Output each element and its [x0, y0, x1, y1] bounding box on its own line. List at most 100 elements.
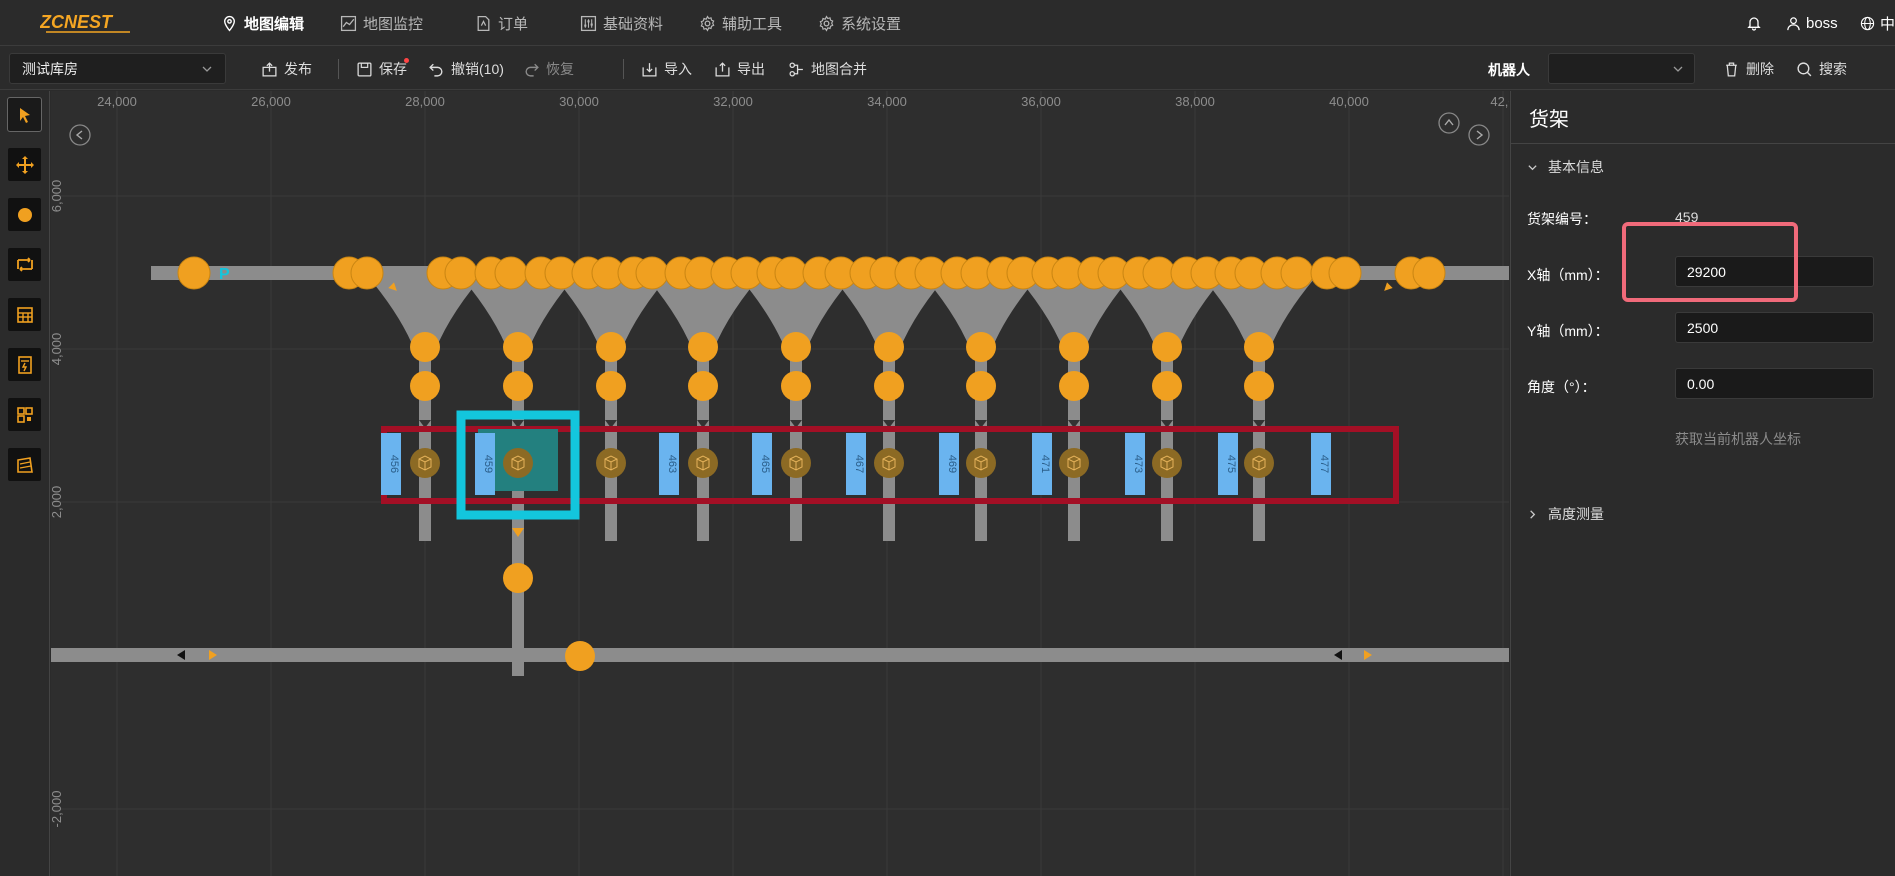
nav-orders[interactable]: 订单: [475, 12, 528, 34]
left-tool-rail: [0, 91, 50, 876]
redo-label: 恢复: [546, 61, 574, 77]
column-node: [781, 332, 811, 362]
chart-line-icon: [340, 15, 357, 31]
search-label: 搜索: [1819, 61, 1847, 77]
column-node: [410, 371, 440, 401]
track-node: [565, 641, 595, 671]
angle-input[interactable]: [1675, 368, 1874, 399]
x-axis-input[interactable]: [1675, 256, 1874, 287]
nav-aux-tools[interactable]: 辅助工具: [699, 12, 782, 34]
y-tick-label: -2,000: [51, 791, 64, 828]
language-label: 中: [1880, 15, 1895, 33]
basic-info-toggle[interactable]: 基本信息: [1527, 157, 1604, 177]
polygon-tool[interactable]: [8, 448, 41, 481]
y-axis-label: Y轴（mm）：: [1527, 323, 1609, 339]
y-tick-label: 4,000: [51, 333, 64, 366]
robot-label: 机器人: [1488, 62, 1530, 78]
undo-label: 撤销(10): [451, 61, 504, 77]
canvas-controls[interactable]: [69, 112, 1490, 146]
charger-tool[interactable]: [8, 348, 41, 381]
path-network: [51, 266, 1509, 676]
export-icon: [715, 61, 730, 77]
column-node: [1152, 332, 1182, 362]
map-canvas[interactable]: 24,000 26,000 28,000 30,000 32,000 34,000 36,0…: [51, 91, 1509, 876]
x-tick-label: 32,000: [713, 94, 753, 109]
robot-select[interactable]: [1548, 53, 1695, 84]
search-icon: [1797, 61, 1812, 76]
chevron-down-icon: [1528, 164, 1537, 170]
save-button[interactable]: 保存: [356, 58, 409, 80]
pan-right-icon-arrow: [1476, 130, 1484, 140]
pan-up-icon-ring: [1438, 112, 1460, 134]
gear-icon: [819, 14, 834, 32]
nav-basic-data[interactable]: 基础资料: [580, 12, 663, 34]
import-label: 导入: [664, 61, 692, 77]
y-tick-label: 6,000: [51, 180, 64, 213]
pan-left-icon-ring: [69, 124, 91, 146]
angle-label: 角度（°）：: [1527, 379, 1596, 395]
pan-right-icon[interactable]: [1468, 124, 1490, 146]
hatched-polygon-icon: [16, 456, 33, 473]
nav-map-edit[interactable]: 地图编辑: [221, 12, 304, 34]
undo-button[interactable]: 撤销(10): [428, 58, 504, 80]
column-node: [1152, 371, 1182, 401]
y-axis-input[interactable]: [1675, 312, 1874, 343]
publish-button[interactable]: 发布: [261, 58, 312, 80]
delete-button[interactable]: 删除: [1723, 58, 1774, 80]
panel-title: 货架: [1529, 109, 1569, 131]
basic-info-label: 基本信息: [1548, 159, 1604, 175]
area-tool[interactable]: [8, 298, 41, 331]
panel-divider: [1511, 143, 1895, 144]
nav-map-edit-label: 地图编辑: [244, 15, 305, 33]
redo-icon: [525, 63, 539, 77]
path-node: [494, 256, 528, 290]
merge-map-button[interactable]: 地图合并: [788, 58, 867, 80]
column-node: [688, 332, 718, 362]
pan-left-icon-arrow: [75, 130, 83, 140]
height-measure-toggle[interactable]: 高度测量: [1527, 504, 1604, 524]
nav-basic-data-label: 基础资料: [603, 15, 664, 33]
column-node: [410, 332, 440, 362]
search-button[interactable]: 搜索: [1796, 58, 1847, 80]
map-select[interactable]: 测试库房: [9, 53, 226, 84]
nav-map-monitor[interactable]: 地图监控: [340, 12, 423, 34]
map-svg[interactable]: 24,000 26,000 28,000 30,000 32,000 34,000 36,0…: [51, 91, 1509, 876]
pan-left-icon[interactable]: [69, 124, 91, 146]
pan-right-icon-ring: [1468, 124, 1490, 146]
path-node: [635, 256, 669, 290]
nav-orders-label: 订单: [498, 15, 529, 33]
y-tick-label: 2,000: [51, 486, 64, 519]
get-robot-coords-link[interactable]: 获取当前机器人坐标: [1675, 429, 1801, 449]
redo-button[interactable]: 恢复: [523, 58, 574, 80]
unsaved-indicator: [404, 58, 409, 63]
user-name: boss: [1806, 14, 1838, 32]
path-icon: [16, 256, 33, 272]
shelf-label: 477: [1318, 455, 1330, 473]
path-node: [444, 256, 478, 290]
nav-system-settings-label: 系统设置: [841, 15, 902, 33]
export-button[interactable]: 导出: [714, 58, 765, 80]
x-tick-label: 26,000: [251, 94, 291, 109]
move-tool[interactable]: [8, 148, 41, 181]
x-tick-label: 28,000: [405, 94, 445, 109]
nav-aux-tools-label: 辅助工具: [722, 15, 783, 33]
pan-up-icon[interactable]: [1438, 112, 1460, 134]
path-tool[interactable]: [8, 248, 41, 281]
user-menu[interactable]: boss: [1786, 12, 1838, 34]
shelf-label: 475: [1225, 455, 1237, 473]
select-tool[interactable]: [7, 97, 42, 132]
notification-button[interactable]: [1746, 12, 1762, 34]
column-node: [596, 371, 626, 401]
nav-system-settings[interactable]: 系统设置: [818, 12, 901, 34]
column-node: [503, 371, 533, 401]
x-tick-label: 38,000: [1175, 94, 1215, 109]
toolbar-divider: [338, 59, 339, 79]
user-icon: [1787, 16, 1800, 30]
merge-map-label: 地图合并: [811, 61, 867, 77]
language-switch[interactable]: 中: [1860, 12, 1895, 34]
node-tool[interactable]: [8, 198, 41, 231]
undo-icon: [429, 63, 443, 77]
import-button[interactable]: 导入: [641, 58, 692, 80]
qrcode-tool[interactable]: [8, 398, 41, 431]
x-tick-label: 34,000: [867, 94, 907, 109]
